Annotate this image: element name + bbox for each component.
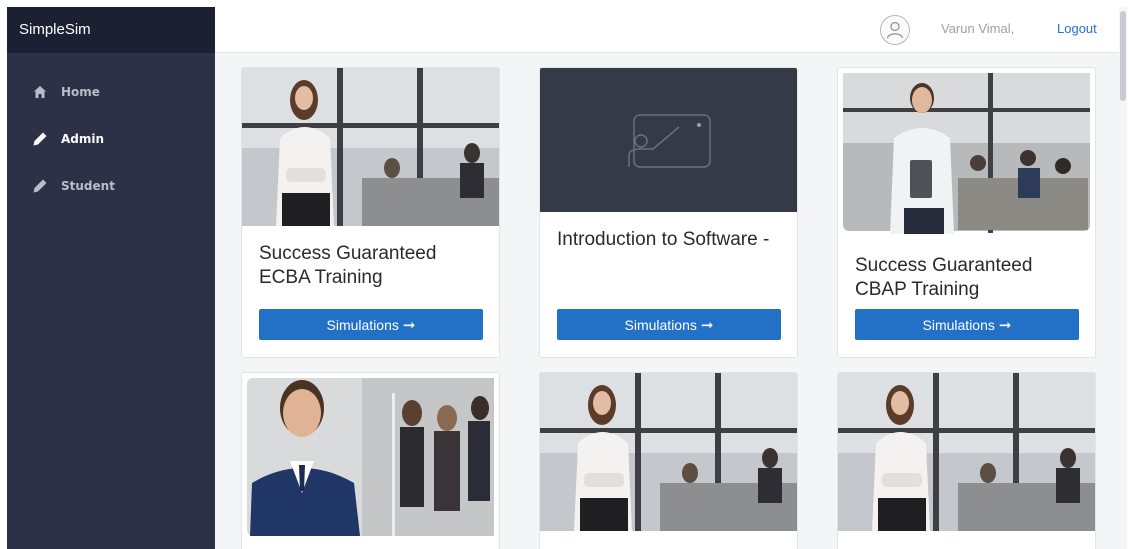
sidebar-item-label: Student (61, 178, 115, 193)
button-label: Simulations (624, 316, 697, 333)
sidebar-item-admin[interactable]: Admin (7, 115, 215, 162)
course-card: Success Guaranteed ECBA Training Simulat… (241, 67, 500, 358)
woman-in-office-photo (242, 68, 499, 226)
button-label: Simulations (922, 316, 995, 333)
button-label: Simulations (326, 316, 399, 333)
avatar[interactable] (880, 15, 910, 45)
man-in-office-photo (838, 68, 1095, 234)
sidebar: SimpleSim Home Admin Student (7, 7, 215, 549)
top-header: Varun Vimal, Logout (215, 7, 1127, 53)
woman-in-office-photo (540, 373, 797, 531)
course-card: Success Guaranteed CBAP Training Simulat… (837, 67, 1096, 358)
simulations-button[interactable]: Simulations ➞ (259, 309, 483, 340)
logout-link[interactable]: Logout (1057, 21, 1097, 36)
woman-in-office-photo (838, 373, 1095, 531)
arrow-right-icon: ➞ (402, 316, 416, 334)
pencil-icon (31, 177, 49, 195)
course-card (241, 372, 500, 549)
sidebar-item-student[interactable]: Student (7, 162, 215, 209)
pencil-icon (31, 130, 49, 148)
user-name: Varun Vimal, (941, 21, 1015, 36)
sidebar-item-home[interactable]: Home (7, 68, 215, 115)
course-title[interactable]: Success Guaranteed ECBA Training (259, 242, 489, 290)
course-card (837, 372, 1096, 549)
course-card: Introduction to Software - Simulations ➞ (539, 67, 798, 358)
app-window: SimpleSim Home Admin Student Varun Vimal… (7, 7, 1127, 549)
page-scrollbar[interactable] (1119, 7, 1127, 549)
brand-title[interactable]: SimpleSim (7, 7, 215, 53)
sidebar-item-label: Home (61, 84, 100, 99)
arrow-right-icon: ➞ (998, 316, 1012, 334)
home-icon (31, 83, 49, 101)
scrollbar-thumb[interactable] (1120, 11, 1126, 101)
businessman-photo (242, 373, 499, 539)
arrow-right-icon: ➞ (700, 316, 714, 334)
simulations-button[interactable]: Simulations ➞ (557, 309, 781, 340)
course-title[interactable]: Introduction to Software - (557, 228, 787, 252)
sidebar-item-label: Admin (61, 131, 105, 146)
presentation-placeholder-icon (540, 68, 797, 212)
course-title[interactable]: Success Guaranteed CBAP Training (855, 254, 1085, 302)
simulations-button[interactable]: Simulations ➞ (855, 309, 1079, 340)
course-card (539, 372, 798, 549)
user-icon (886, 21, 904, 39)
